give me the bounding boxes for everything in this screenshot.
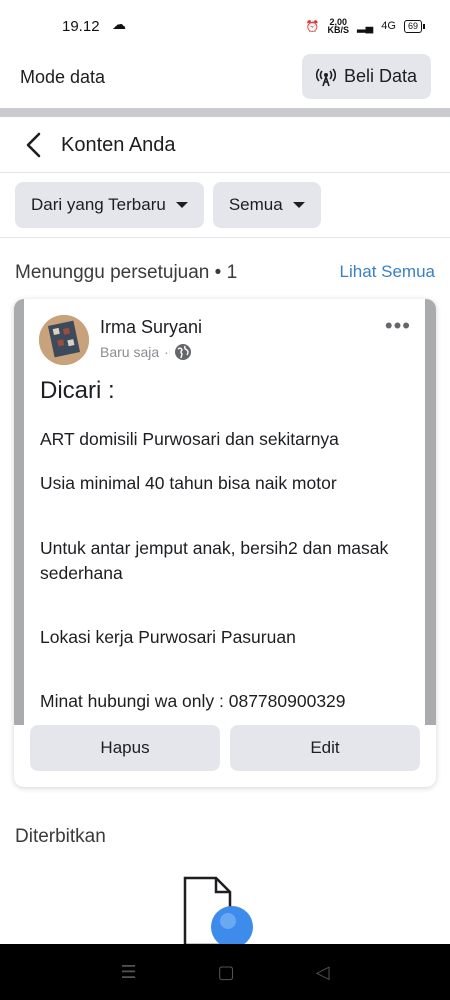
- mode-label: Mode data: [20, 67, 106, 87]
- published-section-title: Diterbitkan: [15, 826, 106, 847]
- post-actions: Hapus Edit: [30, 725, 420, 771]
- page-header: Konten Anda: [0, 117, 450, 173]
- avatar-image: [39, 315, 89, 365]
- system-navigation-bar: ☰ ▢ ◁: [0, 944, 450, 1000]
- status-time: 19.12: [62, 18, 100, 35]
- post-line: Untuk antar jemput anak, bersih2 dan mas…: [40, 538, 389, 583]
- back-button[interactable]: [22, 131, 46, 159]
- document-search-icon: [182, 875, 262, 950]
- scope-filter-label: Semua: [228, 195, 283, 214]
- post-time: Baru saja: [100, 344, 160, 360]
- post-line: ART domisili Purwosari dan sekitarnya: [40, 429, 339, 449]
- battery-icon: 69: [403, 19, 426, 33]
- network-type: 4G: [381, 20, 396, 32]
- see-all-link[interactable]: Lihat Semua: [340, 262, 435, 282]
- menu-icon[interactable]: ☰: [121, 962, 137, 983]
- buy-data-button[interactable]: Beli Data: [302, 54, 431, 99]
- post-line: Usia minimal 40 tahun bisa naik motor: [40, 473, 337, 493]
- scope-filter-dropdown[interactable]: Semua: [212, 182, 321, 228]
- post-meta: Baru saja ·: [100, 343, 192, 361]
- avatar[interactable]: [39, 315, 89, 365]
- post-heading: Dicari :: [40, 377, 115, 404]
- meta-dot: ·: [164, 344, 169, 360]
- more-options-button[interactable]: •••: [385, 313, 411, 339]
- caret-down-icon: [175, 202, 188, 208]
- page-title: Konten Anda: [61, 134, 176, 156]
- pending-section-header: Menunggu persetujuan • 1 Lihat Semua: [15, 262, 435, 286]
- edit-button[interactable]: Edit: [230, 725, 420, 771]
- post-preview: Irma Suryani Baru saja · ••• Dicari : AR…: [24, 299, 425, 725]
- back-icon[interactable]: ◁: [316, 962, 330, 983]
- globe-icon: [174, 344, 191, 360]
- data-mode-bar: Mode data Beli Data: [0, 50, 450, 106]
- filter-row: Dari yang Terbaru Semua: [15, 182, 321, 228]
- buy-data-label: Beli Data: [343, 66, 418, 86]
- status-icons: ⏰ 2,00 KB/S ▂▄ 4G 69: [305, 18, 426, 35]
- cloud-icon: ☁: [112, 16, 126, 32]
- post-line: Lokasi kerja Purwosari Pasuruan: [40, 627, 296, 647]
- post-card: Irma Suryani Baru saja · ••• Dicari : AR…: [14, 299, 436, 787]
- pending-title: Menunggu persetujuan • 1: [15, 262, 238, 283]
- status-bar: 19.12 ☁ ⏰ 2,00 KB/S ▂▄ 4G 69: [0, 0, 450, 50]
- home-icon[interactable]: ▢: [218, 962, 235, 983]
- caret-down-icon: [292, 202, 305, 208]
- post-author[interactable]: Irma Suryani: [100, 317, 202, 338]
- antenna-icon: [315, 67, 336, 86]
- chevron-left-icon: [26, 132, 41, 158]
- delete-button[interactable]: Hapus: [30, 725, 220, 771]
- signal-icon: ▂▄: [357, 20, 374, 33]
- network-speed-unit: KB/S: [327, 25, 350, 35]
- post-line: Minat hubungi wa only : 087780900329: [40, 691, 346, 711]
- divider: [0, 108, 450, 117]
- network-speed: 2,00 KB/S: [327, 18, 350, 35]
- sort-filter-label: Dari yang Terbaru: [31, 195, 166, 214]
- divider: [0, 237, 450, 238]
- alarm-icon: ⏰: [305, 20, 320, 33]
- sort-filter-dropdown[interactable]: Dari yang Terbaru: [15, 182, 204, 228]
